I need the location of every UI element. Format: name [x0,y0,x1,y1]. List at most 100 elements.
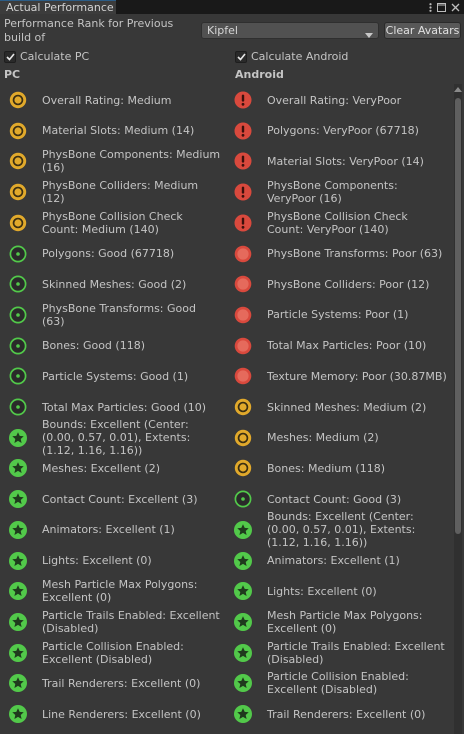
rank-excellent-icon [234,705,252,723]
result-label: PhysBone Colliders: Medium (12) [42,179,199,206]
rank-excellent-icon [234,582,252,601]
result-label: Contact Count: Good (3) [267,492,402,506]
result-label: Total Max Particles: Poor (10) [267,339,427,353]
android-result-row: Lights: Excellent (0) [234,582,447,601]
rank-excellent-icon [234,643,252,662]
rank-excellent-icon [234,612,252,631]
result-label: Mesh Particle Max Polygons: Excellent (0… [42,578,198,605]
rank-excellent-icon [9,612,27,631]
android-result-row: Particle Trails Enabled: Excellent (Disa… [234,640,447,666]
android-result-row: Mesh Particle Max Polygons: Excellent (0… [234,609,447,635]
rank-medium-icon [234,459,252,477]
rank-poor-icon [234,367,252,385]
avatar-dropdown[interactable]: Kipfel [201,22,379,39]
rank-good-icon [9,367,27,385]
calculate-android-checkbox[interactable] [235,50,247,63]
android-result-row: Particle Collision Enabled: Excellent (D… [234,670,447,696]
result-label: PhysBone Collision Check Count: Medium (… [42,209,183,236]
pc-result-row: PhysBone Components: Medium (16) [9,148,222,174]
pc-result-row: Meshes: Excellent (2) [9,459,222,478]
result-label: Contact Count: Excellent (3) [42,492,198,506]
result-label: Material Slots: Medium (14) [42,124,195,138]
tab-actual-performance[interactable]: Actual Performance [0,0,116,14]
rank-poor-icon [234,245,252,263]
android-result-row: PhysBone Colliders: Poor (12) [234,275,447,293]
result-label: PhysBone Components: Medium (16) [42,148,221,175]
rank-excellent-icon [9,705,27,723]
result-label: Bones: Good (118) [42,339,145,353]
result-label: Trail Renderers: Excellent (0) [42,676,201,690]
calculate-android-label: Calculate Android [251,50,349,63]
rank-medium-icon [234,398,252,416]
pc-result-row: Polygons: Good (67718) [9,245,222,263]
result-label: Polygons: Good (67718) [42,247,175,260]
result-label: Particle Collision Enabled: Excellent (D… [267,670,409,697]
rank-good-icon [9,337,27,355]
rank-good-icon [9,245,27,263]
pc-result-row: Particle Systems: Good (1) [9,367,222,385]
result-label: Material Slots: VeryPoor (14) [267,154,424,168]
pc-result-row: Particle Trails Enabled: Excellent (Disa… [9,609,222,635]
pc-result-row: PhysBone Colliders: Medium (12) [9,179,222,205]
pc-result-row: Lights: Excellent (0) [9,551,222,570]
pc-result-row: Line Renderers: Excellent (0) [9,705,222,723]
result-label: Meshes: Excellent (2) [42,461,160,475]
close-icon[interactable] [451,3,460,12]
result-label: Particle Collision Enabled: Excellent (D… [42,639,184,666]
vertical-scrollbar[interactable] [454,84,462,734]
calculate-pc-checkbox[interactable] [4,50,16,63]
result-label: Bones: Medium (118) [267,461,386,475]
pc-result-row: PhysBone Transforms: Good (63) [9,302,222,328]
result-label: Bounds: Excellent (Center: (0.00, 0.57, … [42,418,191,458]
result-label: PhysBone Components: VeryPoor (16) [267,179,398,206]
rank-good-icon [234,490,252,508]
checkmark-icon [236,52,246,61]
rank-good-icon [9,306,27,324]
result-label: Bounds: Excellent (Center: (0.00, 0.57, … [267,510,416,550]
rank-excellent-icon [234,551,252,570]
clear-avatars-button[interactable]: Clear Avatars [384,22,461,39]
rank-medium-icon [9,214,27,232]
rank-excellent-icon [234,520,252,539]
result-label: Trail Renderers: Excellent (0) [267,707,426,721]
rank-medium-icon [9,183,27,201]
rank-good-icon [9,398,27,416]
pc-result-row: Overall Rating: Medium [9,91,222,109]
rank-excellent-icon [9,520,27,539]
result-label: Skinned Meshes: Good (2) [42,277,187,291]
rank-excellent-icon [9,582,27,601]
pc-result-row: Total Max Particles: Good (10) [9,398,222,416]
rank-excellent-icon [9,643,27,662]
maximize-icon[interactable] [437,2,446,12]
rank-verypoor-icon [234,122,252,140]
pc-column-header: PC [4,68,21,81]
android-result-row: Meshes: Medium (2) [234,429,447,447]
calculate-pc-label: Calculate PC [20,50,90,63]
result-label: Mesh Particle Max Polygons: Excellent (0… [267,608,423,635]
scrollbar-thumb[interactable] [455,98,461,534]
calculate-pc-toggle[interactable]: Calculate PC [4,50,89,63]
result-label: Animators: Excellent (1) [42,523,175,537]
rank-good-icon [9,275,27,293]
android-column-header: Android [235,68,284,81]
window-controls [429,0,460,14]
scroll-up-arrow-icon[interactable] [454,86,462,92]
rank-verypoor-icon [234,91,252,109]
rank-excellent-icon [9,551,27,570]
more-options-icon[interactable] [429,2,432,12]
rank-excellent-icon [9,428,27,447]
result-label: Lights: Excellent (0) [42,554,152,567]
android-result-row: PhysBone Collision Check Count: VeryPoor… [234,210,447,236]
result-label: PhysBone Colliders: Poor (12) [267,277,430,291]
android-result-row: Overall Rating: VeryPoor [234,91,447,109]
pc-result-row: Skinned Meshes: Good (2) [9,275,222,293]
calculate-android-toggle[interactable]: Calculate Android [235,50,348,63]
pc-result-row: Trail Renderers: Excellent (0) [9,674,222,693]
result-label: PhysBone Collision Check Count: VeryPoor… [267,209,408,236]
result-label: Animators: Excellent (1) [267,554,400,567]
android-result-row: Animators: Excellent (1) [234,551,447,570]
android-result-row: PhysBone Transforms: Poor (63) [234,245,447,263]
rank-excellent-icon [9,674,27,693]
checkmark-icon [5,52,15,61]
android-result-row: Texture Memory: Poor (30.87MB) [234,367,447,385]
